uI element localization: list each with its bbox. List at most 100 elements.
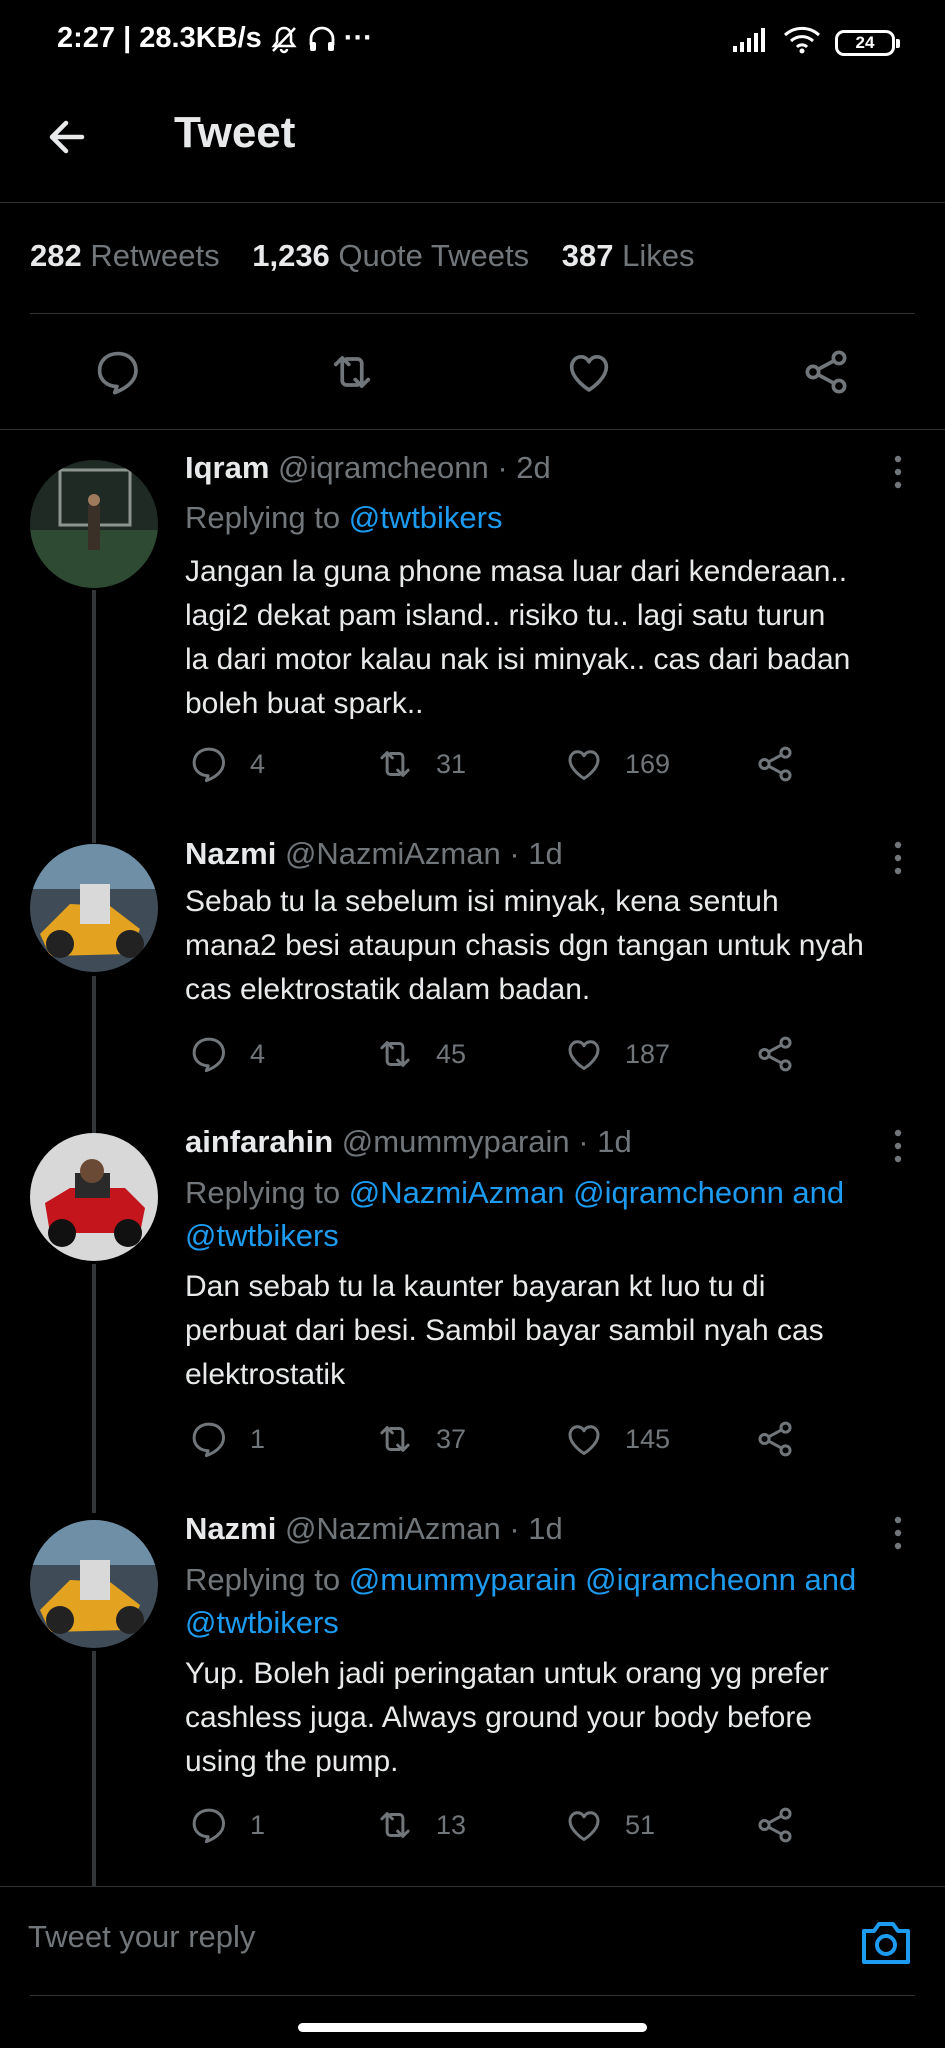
mention-link[interactable]: @NazmiAzman @iqramcheonn and: [349, 1175, 844, 1210]
like-button[interactable]: 145: [563, 1418, 670, 1460]
retweet-icon: [380, 1812, 410, 1838]
author-handle[interactable]: @NazmiAzman: [285, 836, 501, 871]
like-button[interactable]: [563, 346, 615, 398]
author-handle[interactable]: @mummyparain: [342, 1124, 570, 1159]
share-button[interactable]: [754, 1418, 796, 1460]
author-name[interactable]: Nazmi: [185, 836, 276, 871]
mention-link[interactable]: @mummyparain @iqramcheonn and: [349, 1562, 857, 1597]
retweet-icon: [380, 1426, 410, 1452]
quotes-label: Quote Tweets: [338, 238, 530, 273]
mention-link[interactable]: @twtbikers: [185, 1214, 915, 1257]
author-name[interactable]: Iqram: [185, 450, 269, 485]
share-icon: [758, 746, 792, 782]
reply-icon: [192, 1422, 226, 1458]
reply-count: 1: [250, 1809, 266, 1840]
reply-button[interactable]: [92, 346, 144, 398]
share-button[interactable]: [754, 743, 796, 785]
like-button[interactable]: 51: [563, 1804, 655, 1846]
tweet-text-line: cashless juga. Always ground your body b…: [185, 1701, 813, 1734]
arrow-left-icon: [49, 120, 85, 154]
avatar[interactable]: [30, 844, 158, 972]
retweet-count: 45: [436, 1038, 467, 1069]
signal-icon: [733, 28, 769, 57]
more-options-button[interactable]: [883, 452, 913, 492]
quotes-stat[interactable]: 1,236 Quote Tweets: [252, 238, 553, 273]
retweet-count: 37: [436, 1423, 467, 1454]
share-icon: [758, 1807, 792, 1843]
thread-line: [92, 590, 96, 843]
like-count: 187: [625, 1038, 671, 1069]
more-options-button[interactable]: [883, 838, 913, 878]
more-vertical-icon: [894, 841, 902, 875]
reply-actions: 1 37 145: [0, 1418, 945, 1468]
quotes-count: 1,236: [252, 238, 330, 273]
share-button[interactable]: [754, 1033, 796, 1075]
reply-button[interactable]: 4: [188, 743, 265, 785]
avatar[interactable]: [30, 1520, 158, 1648]
replying-to: Replying to @twtbikers: [185, 496, 915, 539]
retweet-button[interactable]: 37: [374, 1418, 466, 1460]
divider: [30, 1995, 915, 1996]
author-handle[interactable]: @iqramcheonn: [278, 450, 489, 485]
tweet-text: Yup. Boleh jadi peringatan untuk orang y…: [185, 1652, 925, 1784]
mention-link[interactable]: @twtbikers: [185, 1601, 915, 1644]
tweet-text-line: using the pump.: [185, 1745, 399, 1778]
share-icon: [758, 1421, 792, 1457]
camera-button[interactable]: [860, 1917, 912, 1967]
reply-count: 4: [250, 1038, 266, 1069]
share-button[interactable]: [754, 1804, 796, 1846]
tweet-text-line: elektrostatik: [185, 1358, 346, 1391]
battery-icon: 24: [835, 29, 900, 56]
status-time-speed: 2:27 | 28.3KB/s: [57, 22, 262, 54]
like-button[interactable]: 169: [563, 743, 670, 785]
retweets-label: Retweets: [90, 238, 220, 273]
reply-button[interactable]: 1: [188, 1804, 265, 1846]
reply-count: 1: [250, 1423, 266, 1454]
replying-to: Replying to @mummyparain @iqramcheonn an…: [185, 1558, 915, 1644]
like-button[interactable]: 187: [563, 1033, 670, 1075]
reply-actions: 1 13 51: [0, 1804, 945, 1854]
retweets-stat[interactable]: 282 Retweets: [30, 238, 244, 273]
like-icon: [568, 1811, 600, 1842]
tweet-text: Dan sebab tu la kaunter bayaran kt luo t…: [185, 1265, 925, 1397]
more-options-button[interactable]: [883, 1513, 913, 1553]
like-icon: [568, 1040, 600, 1071]
reply-actions: 4 45 187: [0, 1033, 945, 1083]
replying-to: Replying to @NazmiAzman @iqramcheonn and…: [185, 1171, 915, 1257]
retweet-button[interactable]: [326, 346, 378, 398]
back-button[interactable]: [42, 110, 96, 164]
retweet-icon: [380, 1041, 410, 1067]
author-name[interactable]: ainfarahin: [185, 1124, 333, 1159]
page-title: Tweet: [174, 108, 296, 157]
tweet-time: · 1d: [509, 1511, 563, 1546]
author-name[interactable]: Nazmi: [185, 1511, 276, 1546]
retweet-button[interactable]: 31: [374, 743, 466, 785]
tweet-text-line: Yup. Boleh jadi peringatan untuk orang y…: [185, 1657, 829, 1690]
retweet-button[interactable]: 45: [374, 1033, 466, 1075]
tweet-text-line: mana2 besi ataupun chasis dgn tangan unt…: [185, 929, 864, 962]
tweet-text-line: lagi2 dekat pam island.. risiko tu.. lag…: [185, 599, 826, 632]
reply-icon: [192, 747, 226, 783]
tweet-text-line: perbuat dari besi. Sambil bayar sambil n…: [185, 1314, 824, 1347]
author-handle[interactable]: @NazmiAzman: [285, 1511, 501, 1546]
reply-composer: Tweet your reply: [0, 1886, 945, 1998]
tweet-stats: 282 Retweets 1,236 Quote Tweets 387 Like…: [30, 238, 719, 274]
retweet-button[interactable]: 13: [374, 1804, 466, 1846]
tweet-action-bar: [0, 314, 945, 430]
likes-stat[interactable]: 387 Likes: [562, 238, 719, 273]
share-icon: [758, 1036, 792, 1072]
tweet-time: · 2d: [497, 450, 551, 485]
home-indicator[interactable]: [298, 2023, 647, 2032]
reply-input[interactable]: Tweet your reply: [28, 1919, 255, 1955]
like-icon: [568, 750, 600, 781]
avatar[interactable]: [30, 460, 158, 588]
mention-link[interactable]: @twtbikers: [349, 500, 503, 535]
tweet-text-line: boleh buat spark..: [185, 687, 424, 720]
like-count: 169: [625, 748, 671, 779]
reply-count: 4: [250, 748, 266, 779]
share-button[interactable]: [800, 346, 852, 398]
avatar[interactable]: [30, 1133, 158, 1261]
reply-button[interactable]: 4: [188, 1033, 265, 1075]
reply-button[interactable]: 1: [188, 1418, 265, 1460]
more-options-button[interactable]: [883, 1126, 913, 1166]
